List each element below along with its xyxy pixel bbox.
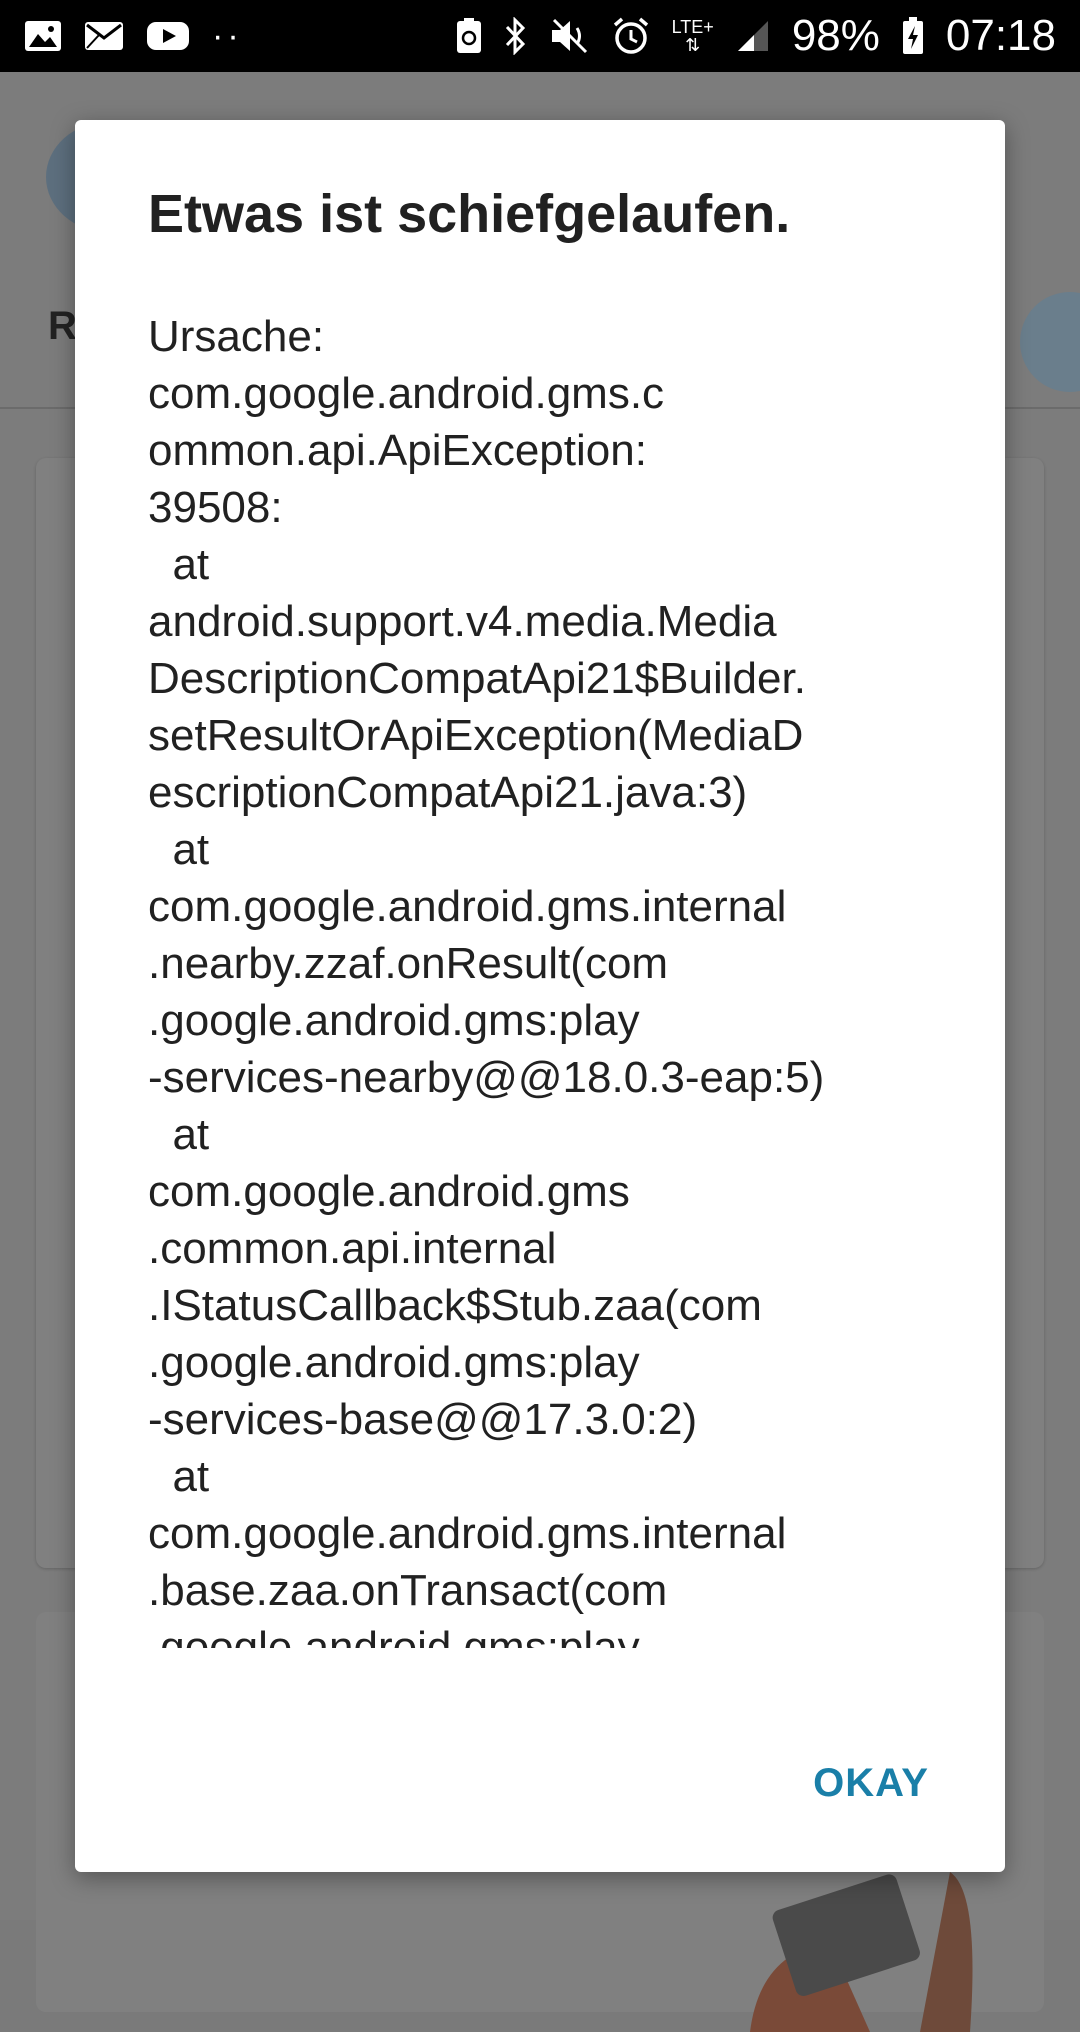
network-type-label: LTE+ (671, 17, 714, 37)
nfc-icon (456, 18, 482, 54)
clock: 07:18 (945, 11, 1056, 60)
battery-charging-icon (902, 17, 924, 55)
battery-percent: 98% (791, 11, 880, 60)
background-heading: R (48, 304, 77, 348)
mute-icon (550, 18, 590, 54)
dialog-title: Etwas ist schiefgelaufen. (148, 184, 791, 244)
alarm-icon (612, 17, 650, 55)
more-notifications-indicator: ·· (212, 17, 243, 55)
bluetooth-icon (504, 17, 528, 55)
mail-icon (84, 21, 124, 51)
status-bar-system: LTE+ ⇅ 98% 07:18 (456, 11, 1056, 61)
dialog-actions: OKAY (813, 1753, 929, 1814)
status-bar: ·· LTE+ ⇅ 98% 07:18 (0, 0, 1080, 72)
error-dialog: Etwas ist schiefgelaufen. Ursache: com.g… (75, 120, 1005, 1872)
dialog-message[interactable]: Ursache: com.google.android.gms.c ommon.… (148, 308, 948, 1648)
image-icon (24, 20, 62, 52)
youtube-icon (146, 20, 190, 52)
okay-button[interactable]: OKAY (813, 1753, 929, 1814)
data-arrows-icon: ⇅ (685, 35, 701, 55)
status-bar-notifications: ·· (24, 19, 243, 53)
signal-icon (736, 19, 770, 53)
background-toggle (1020, 292, 1080, 392)
network-type: LTE+ ⇅ (672, 18, 714, 54)
